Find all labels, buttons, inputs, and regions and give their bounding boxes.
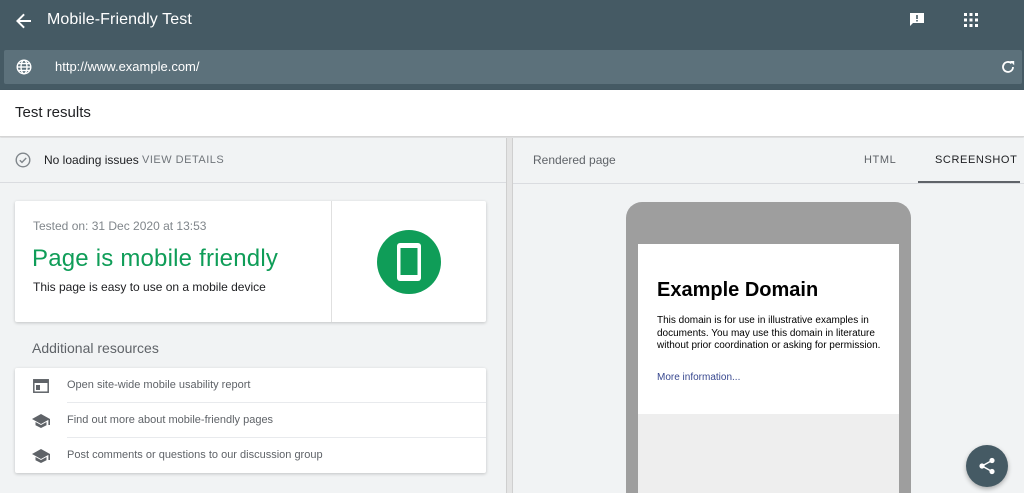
resource-link-label: Open site-wide mobile usability report xyxy=(67,379,251,391)
rendered-page-tabbar: Rendered page HTML SCREENSHOT xyxy=(513,138,1024,184)
tested-on-timestamp: Tested on: 31 Dec 2020 at 13:53 xyxy=(33,219,207,233)
resource-link-label: Post comments or questions to our discus… xyxy=(67,449,323,461)
page-title: Test results xyxy=(15,104,91,121)
arrow-back-icon[interactable] xyxy=(13,10,35,32)
smartphone-icon xyxy=(377,230,441,294)
share-button[interactable] xyxy=(966,445,1008,487)
results-pane: No loading issues VIEW DETAILS Tested on… xyxy=(0,138,506,493)
preview-title: Example Domain xyxy=(657,279,819,301)
results-header: Test results xyxy=(0,90,1024,137)
share-icon xyxy=(979,457,995,475)
rendered-screenshot: Example Domain This domain is for use in… xyxy=(638,244,899,493)
apps-grid-icon[interactable] xyxy=(960,9,982,31)
device-frame: Example Domain This domain is for use in… xyxy=(626,202,911,493)
feedback-icon[interactable] xyxy=(906,9,928,31)
preview-more-info-link: More information... xyxy=(657,372,741,383)
list-item[interactable]: Open site-wide mobile usability report xyxy=(15,368,486,403)
tab-html[interactable]: HTML xyxy=(864,154,896,166)
active-tab-indicator xyxy=(918,181,1020,183)
url-bar[interactable]: http://www.example.com/ xyxy=(4,50,1022,84)
url-input[interactable]: http://www.example.com/ xyxy=(55,59,200,74)
rendered-page-label: Rendered page xyxy=(533,153,616,167)
resource-link-label: Find out more about mobile-friendly page… xyxy=(67,414,274,426)
school-icon xyxy=(32,447,50,465)
view-details-button[interactable]: VIEW DETAILS xyxy=(142,154,224,166)
verdict-heading: Page is mobile friendly xyxy=(32,245,279,272)
app-bar: Mobile-Friendly Test http://www.example.… xyxy=(0,0,1024,90)
check-circle-icon xyxy=(14,151,32,169)
card-divider xyxy=(331,201,332,322)
result-summary-card: Tested on: 31 Dec 2020 at 13:53 Page is … xyxy=(15,201,486,322)
school-icon xyxy=(32,412,50,430)
list-item[interactable]: Post comments or questions to our discus… xyxy=(15,438,486,473)
additional-resources-list: Open site-wide mobile usability report F… xyxy=(15,368,486,473)
preview-text: This domain is for use in illustrative e… xyxy=(657,315,881,351)
web-report-icon xyxy=(32,377,50,395)
pane-resize-handle[interactable] xyxy=(506,138,513,493)
globe-icon xyxy=(14,57,34,77)
loading-status-message: No loading issues xyxy=(44,153,139,167)
reload-icon[interactable] xyxy=(998,57,1018,77)
list-item[interactable]: Find out more about mobile-friendly page… xyxy=(15,403,486,438)
rendered-page-pane: Rendered page HTML SCREENSHOT Example Do… xyxy=(513,138,1024,493)
app-title: Mobile-Friendly Test xyxy=(47,11,192,28)
tab-screenshot[interactable]: SCREENSHOT xyxy=(935,154,1017,166)
verdict-description: This page is easy to use on a mobile dev… xyxy=(33,280,266,294)
loading-status-bar: No loading issues VIEW DETAILS xyxy=(0,138,506,183)
additional-resources-heading: Additional resources xyxy=(32,340,159,356)
